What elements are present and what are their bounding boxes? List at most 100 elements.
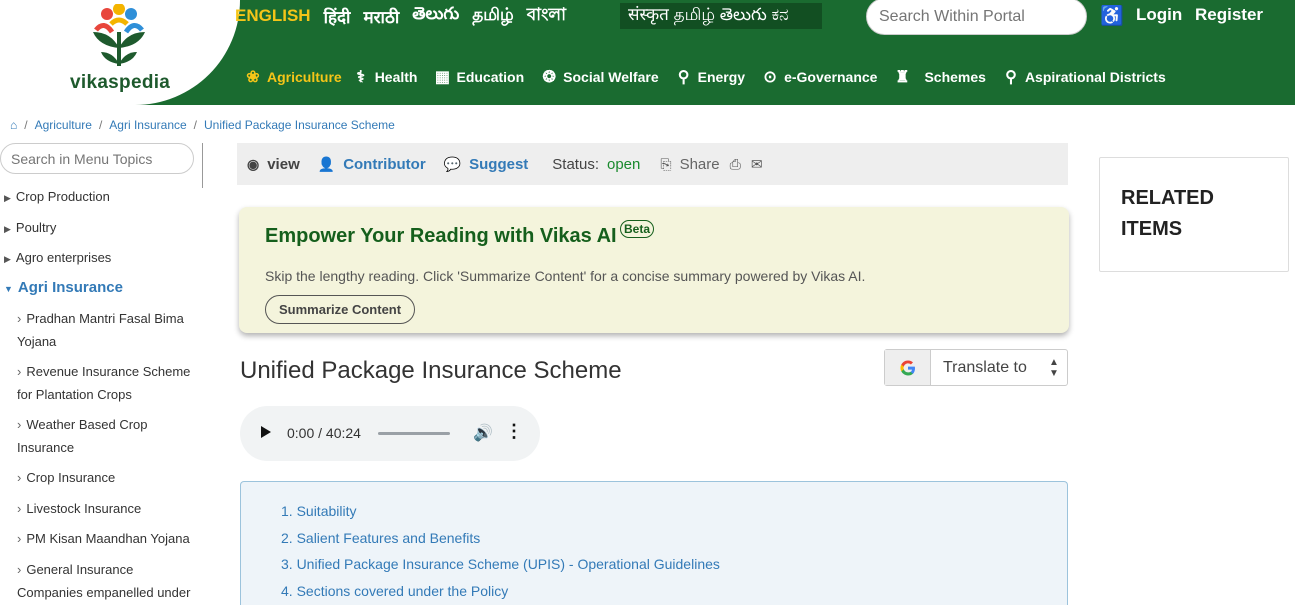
main-nav: ❀ Agriculture ⚕ Health ▦ Education ❂ Soc… (243, 62, 1166, 92)
nav-energy-label: Energy (697, 69, 746, 85)
plant-icon: ❀ (246, 69, 260, 86)
home-icon[interactable]: ⌂ (10, 118, 17, 132)
sidebar-subitem-revenue-insurance[interactable]: › Revenue Insurance Scheme for Plantation… (17, 360, 202, 406)
sidebar-subitem-label: Livestock Insurance (26, 501, 142, 516)
logo[interactable]: vikaspedia (0, 0, 240, 105)
sidebar-subitem-pm-kisan[interactable]: › PM Kisan Maandhan Yojana (17, 527, 202, 550)
caret-down-icon: ▼ (4, 284, 13, 294)
menu-search-input[interactable] (0, 143, 194, 174)
emblem-icon: ♜ (895, 69, 910, 86)
sidebar-item-label: Poultry (15, 220, 57, 235)
sidebar-item-poultry[interactable]: ▶ Poultry (4, 216, 56, 241)
nav-energy[interactable]: ⚲ Energy (674, 67, 745, 87)
lang-telugu[interactable]: తెలుగు (412, 4, 459, 28)
caret-right-icon: ▶ (4, 193, 11, 203)
sidebar-subitem-label: Pradhan Mantri Fasal Bima Yojana (17, 311, 184, 349)
portal-search-input[interactable] (866, 0, 1087, 35)
status-label: Status: (552, 155, 599, 173)
audio-seek-bar[interactable] (378, 432, 450, 435)
sidebar-subitem-label: Crop Insurance (26, 470, 116, 485)
accessibility-icon[interactable]: ♿ (1100, 4, 1124, 28)
lang-marathi[interactable]: मराठी (363, 5, 399, 28)
health-icon: ⚕ (356, 69, 366, 86)
nav-egovernance-label: e-Governance (784, 69, 878, 85)
nav-agriculture[interactable]: ❀ Agriculture (243, 67, 341, 87)
toc-item-salient-features[interactable]: 2. Salient Features and Benefits (281, 530, 480, 546)
chevron-right-icon: › (17, 417, 22, 432)
sidebar-divider (202, 143, 203, 188)
nav-education[interactable]: ▦ Education (432, 67, 524, 87)
share-button[interactable]: ⎘ Share (660, 156, 719, 173)
related-items-title: RELATED ITEMS (1121, 187, 1214, 240)
sidebar-item-label: Agro enterprises (15, 250, 112, 265)
lang-bengali[interactable]: বাংলা (527, 2, 566, 30)
sidebar-item-agri-insurance[interactable]: ▼ Agri Insurance (4, 276, 123, 301)
chevron-right-icon: › (17, 470, 22, 485)
play-icon[interactable] (261, 426, 271, 438)
page-title: Unified Package Insurance Scheme (240, 357, 622, 384)
google-icon (885, 350, 931, 385)
more-options-icon[interactable]: ⋮ (505, 421, 523, 442)
lang-hindi[interactable]: हिंदी (324, 5, 351, 28)
sidebar-subitem-general-insurance[interactable]: › General Insurance Companies empanelled … (17, 558, 202, 604)
nav-health-label: Health (374, 69, 418, 85)
article-toolbar: ◉ view 👤 Contributor 💬 Suggest Status: o… (237, 143, 1068, 185)
breadcrumb: ⌂ / Agriculture / Agri Insurance / Unified Pac… (10, 118, 395, 132)
translate-select[interactable]: Translate to ▲ ▼ (884, 349, 1068, 386)
nav-egovernance[interactable]: ⊙ e-Governance (760, 67, 877, 87)
education-icon: ▦ (434, 69, 451, 86)
lang-tamil[interactable]: தமிழ் (472, 5, 514, 27)
sidebar-subitem-weather-crop[interactable]: › Weather Based Crop Insurance (17, 413, 202, 459)
caret-right-icon: ▶ (4, 254, 11, 264)
audio-player: 0:00 / 40:24 🔊 ⋮ (240, 406, 540, 461)
contributor-label: Contributor (343, 155, 426, 173)
nav-aspirational-districts[interactable]: ⚲ Aspirational Districts (1001, 67, 1166, 87)
lang-english[interactable]: ENGLISH (235, 6, 311, 26)
nav-social-welfare[interactable]: ❂ Social Welfare (539, 67, 658, 87)
breadcrumb-agriculture[interactable]: Agriculture (35, 118, 92, 132)
suggest-button[interactable]: 💬 Suggest (444, 156, 529, 173)
eye-icon: ◉ (247, 155, 260, 172)
toc-item-operational-guidelines[interactable]: 3. Unified Package Insurance Scheme (UPI… (281, 556, 720, 572)
table-of-contents: 1. Suitability 2. Salient Features and B… (240, 481, 1068, 605)
summarize-content-button[interactable]: Summarize Content (265, 295, 416, 324)
related-items-panel: RELATED ITEMS (1099, 157, 1289, 272)
chevron-right-icon: › (17, 501, 22, 516)
email-icon[interactable]: ✉ (751, 156, 763, 173)
toc-item-sections-covered[interactable]: 4. Sections covered under the Policy (281, 583, 508, 599)
nav-health[interactable]: ⚕ Health (351, 67, 418, 87)
sidebar-item-label: Agri Insurance (17, 279, 123, 296)
view-button[interactable]: ◉ view (247, 156, 300, 173)
ai-card-title: Empower Your Reading with Vikas AI (265, 225, 617, 247)
contributor-button[interactable]: 👤 Contributor (318, 156, 426, 173)
nav-social-welfare-label: Social Welfare (563, 69, 659, 85)
site-header: vikaspedia ENGLISH हिंदी मराठी తెలుగు தம… (0, 0, 1295, 105)
wind-turbine-icon: ⚲ (677, 69, 690, 86)
audio-time: 0:00 / 40:24 (287, 425, 361, 441)
sidebar-subitem-crop-insurance[interactable]: › Crop Insurance (17, 466, 202, 489)
print-icon[interactable]: ⎙ (730, 156, 741, 173)
caret-right-icon: ▶ (4, 224, 11, 234)
vikas-ai-card: Empower Your Reading with Vikas AI Beta … (239, 207, 1069, 333)
login-link[interactable]: Login (1136, 5, 1182, 25)
sidebar-item-crop-production[interactable]: ▶ Crop Production (4, 185, 110, 210)
select-caret-icon: ▲ ▼ (1049, 356, 1059, 379)
sidebar-subitem-label: Weather Based Crop Insurance (17, 417, 148, 455)
nav-aspirational-districts-label: Aspirational Districts (1024, 69, 1166, 85)
sidebar-subitem-pmfby[interactable]: › Pradhan Mantri Fasal Bima Yojana (17, 307, 202, 353)
share-icon: ⎘ (660, 155, 672, 172)
nav-schemes[interactable]: ♜ Schemes (892, 67, 986, 87)
breadcrumb-current[interactable]: Unified Package Insurance Scheme (204, 118, 395, 132)
volume-icon[interactable]: 🔊 (473, 423, 493, 443)
register-link[interactable]: Register (1195, 5, 1263, 25)
language-ticker[interactable]: संस्कृत தமிழ் తెలుగు ಕನ (620, 3, 822, 29)
toc-item-suitability[interactable]: 1. Suitability (281, 503, 356, 519)
beta-badge: Beta (620, 220, 655, 238)
chevron-right-icon: › (17, 562, 22, 577)
sidebar-subitem-livestock[interactable]: › Livestock Insurance (17, 497, 202, 520)
logo-text: vikaspedia (70, 72, 171, 93)
breadcrumb-agri-insurance[interactable]: Agri Insurance (109, 118, 186, 132)
sidebar-subitem-label: Revenue Insurance Scheme for Plantation … (17, 364, 191, 402)
sidebar-item-agro-enterprises[interactable]: ▶ Agro enterprises (4, 246, 111, 271)
chevron-right-icon: › (17, 364, 22, 379)
